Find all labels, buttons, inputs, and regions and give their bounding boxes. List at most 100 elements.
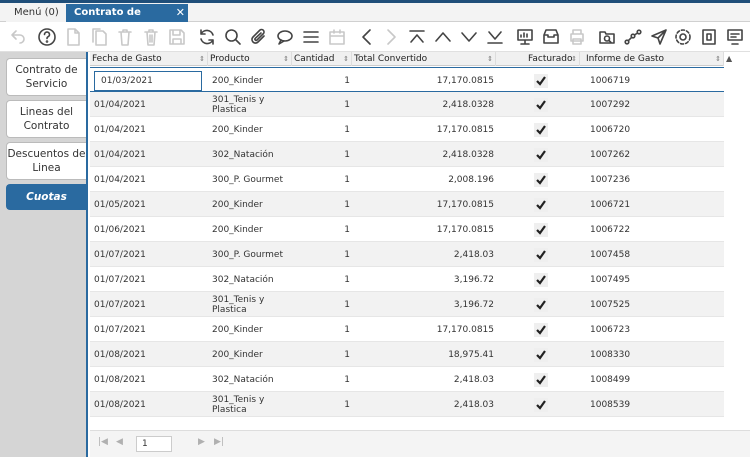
table-row[interactable]: 01/08/2021 200_Kinder 1 18,975.41 1008330 [90,342,724,367]
cell-fecha-de-gasto: 01/07/2021 [94,249,146,260]
new-record-icon[interactable] [62,26,84,48]
checkmark-icon [536,99,546,110]
table-row[interactable]: 01/06/2021 200_Kinder 1 17,170.0815 1006722 [90,217,724,242]
side-tab-cuotas[interactable]: Cuotas [6,184,86,210]
detail-icon[interactable] [300,26,322,48]
search-icon[interactable] [222,26,244,48]
cell-fecha-de-gasto: 01/04/2021 [94,174,146,185]
facturado-checkbox[interactable] [534,272,548,287]
settings-icon[interactable] [672,26,694,48]
cell-fecha-de-gasto: 01/08/2021 [94,349,146,360]
side-tab-lineas-del-contrato[interactable]: Lineas del Contrato [6,100,86,138]
export-icon[interactable] [698,26,720,48]
table-row[interactable]: 01/04/2021 301_Tenis y Plastica 1 2,418.032… [90,92,724,117]
tab-contrato-de-servicio[interactable]: Contrato de Servicio ✕ [66,4,188,36]
facturado-checkbox[interactable] [534,73,548,88]
undo-icon[interactable] [6,26,28,48]
workflow-icon[interactable] [622,26,644,48]
archive-icon[interactable] [540,26,562,48]
table-row[interactable]: 01/07/2021 301_Tenis y Plastica 1 3,196.72 1… [90,292,724,317]
fecha-de-gasto-input[interactable]: 01/03/2021 [94,71,202,91]
parent-record-icon[interactable] [432,26,454,48]
cell-cantidad: 1 [344,324,350,335]
cell-facturado [530,167,552,192]
save-icon[interactable] [166,26,188,48]
delete-selection-icon[interactable] [140,26,162,48]
column-header-cantidad[interactable]: Cantidad ⇕ [292,52,352,66]
sort-icon: ⇕ [571,55,577,63]
report-icon[interactable] [514,26,536,48]
side-tab-descuentos-de-linea[interactable]: Descuentos de Linea [6,142,86,180]
zoom-across-icon[interactable] [596,26,618,48]
chat-icon[interactable] [274,26,296,48]
grid-header: Fecha de Gasto ⇕ Producto ⇕ Cantidad ⇕ Tota… [90,52,724,66]
facturado-checkbox[interactable] [534,297,548,312]
cell-informe-de-gasto: 1007458 [590,249,631,260]
table-row[interactable]: 01/05/2021 200_Kinder 1 17,170.0815 1006721 [90,192,724,217]
cell-cantidad: 1 [344,374,350,385]
process-icon[interactable] [724,26,746,48]
column-header-facturado[interactable]: Facturado ⇕ [496,52,580,66]
refresh-icon[interactable] [196,26,218,48]
sort-icon: ⇕ [199,55,205,63]
tab-menu[interactable]: Menú (0) [6,4,67,22]
table-row[interactable]: 01/07/2021 200_Kinder 1 17,170.0815 1006723 [90,317,724,342]
calendar-icon[interactable] [326,26,348,48]
table-row[interactable]: 01/08/2021 302_Natación 1 2,418.03 1008499 [90,367,724,392]
help-icon[interactable] [36,26,58,48]
column-header-total[interactable]: Total Convertido ⇕ [352,52,496,66]
cell-facturado [530,117,552,142]
facturado-checkbox[interactable] [534,322,548,337]
facturado-checkbox[interactable] [534,147,548,162]
table-row[interactable]: 01/04/2021 200_Kinder 1 17,170.0815 1006720 [90,117,724,142]
last-page-icon[interactable]: ▶| [214,437,224,447]
table-row[interactable]: 01/07/2021 302_Natación 1 3,196.72 1007495 [90,267,724,292]
column-header-producto[interactable]: Producto ⇕ [208,52,292,66]
first-page-icon[interactable]: |◀ [98,437,108,447]
facturado-checkbox[interactable] [534,372,548,387]
previous-page-icon[interactable]: ◀ [116,437,123,447]
table-row[interactable]: 01/07/2021 300_P. Gourmet 1 2,418.03 1007458 [90,242,724,267]
cell-fecha-de-gasto: 01/08/2021 [94,374,146,385]
child-record-icon[interactable] [458,26,480,48]
first-record-icon[interactable] [406,26,428,48]
send-icon[interactable] [648,26,670,48]
facturado-checkbox[interactable] [534,197,548,212]
facturado-checkbox[interactable] [534,247,548,262]
facturado-checkbox[interactable] [534,172,548,187]
facturado-checkbox[interactable] [534,347,548,362]
next-page-icon[interactable]: ▶ [198,437,205,447]
table-row[interactable]: 01/08/2021 301_Tenis y Plastica 1 2,418.03 1… [90,392,724,417]
previous-icon[interactable] [356,26,378,48]
cell-cantidad: 1 [344,249,350,260]
table-row[interactable]: 01/03/2021 200_Kinder 1 17,170.0815 1006719 [90,67,724,92]
last-record-icon[interactable] [484,26,506,48]
page-number-input[interactable]: 1 [136,436,172,452]
facturado-checkbox[interactable] [534,222,548,237]
cell-cantidad: 1 [344,174,350,185]
cell-cantidad: 1 [344,399,350,410]
next-icon[interactable] [380,26,402,48]
copy-record-icon[interactable] [88,26,110,48]
scroll-up-icon[interactable]: ▲ [726,54,732,63]
column-header-fecha[interactable]: Fecha de Gasto ⇕ [90,52,208,66]
facturado-checkbox[interactable] [534,122,548,137]
cell-facturado [530,317,552,342]
side-tab-contrato-de-servicio[interactable]: Contrato de Servicio [6,58,86,96]
table-row[interactable]: 01/04/2021 302_Natación 1 2,418.0328 1007262 [90,142,724,167]
facturado-checkbox[interactable] [534,397,548,412]
cell-informe-de-gasto: 1007292 [590,99,631,110]
cell-informe-de-gasto: 1006722 [590,224,631,235]
close-icon[interactable]: ✕ [176,4,185,22]
facturado-checkbox[interactable] [534,97,548,112]
cell-producto: 301_Tenis y Plastica [212,394,265,415]
attachment-icon[interactable] [248,26,270,48]
vertical-scrollbar[interactable]: ▲ [724,52,738,430]
table-row[interactable]: 01/04/2021 300_P. Gourmet 1 2,008.196 100723… [90,167,724,192]
cell-cantidad: 1 [344,299,350,310]
column-header-informe[interactable]: Informe de Gasto ⇕ [580,52,724,66]
delete-icon[interactable] [114,26,136,48]
cell-total-convertido: 17,170.0815 [436,124,494,135]
print-icon[interactable] [566,26,588,48]
cell-fecha-de-gasto: 01/07/2021 [94,299,146,310]
